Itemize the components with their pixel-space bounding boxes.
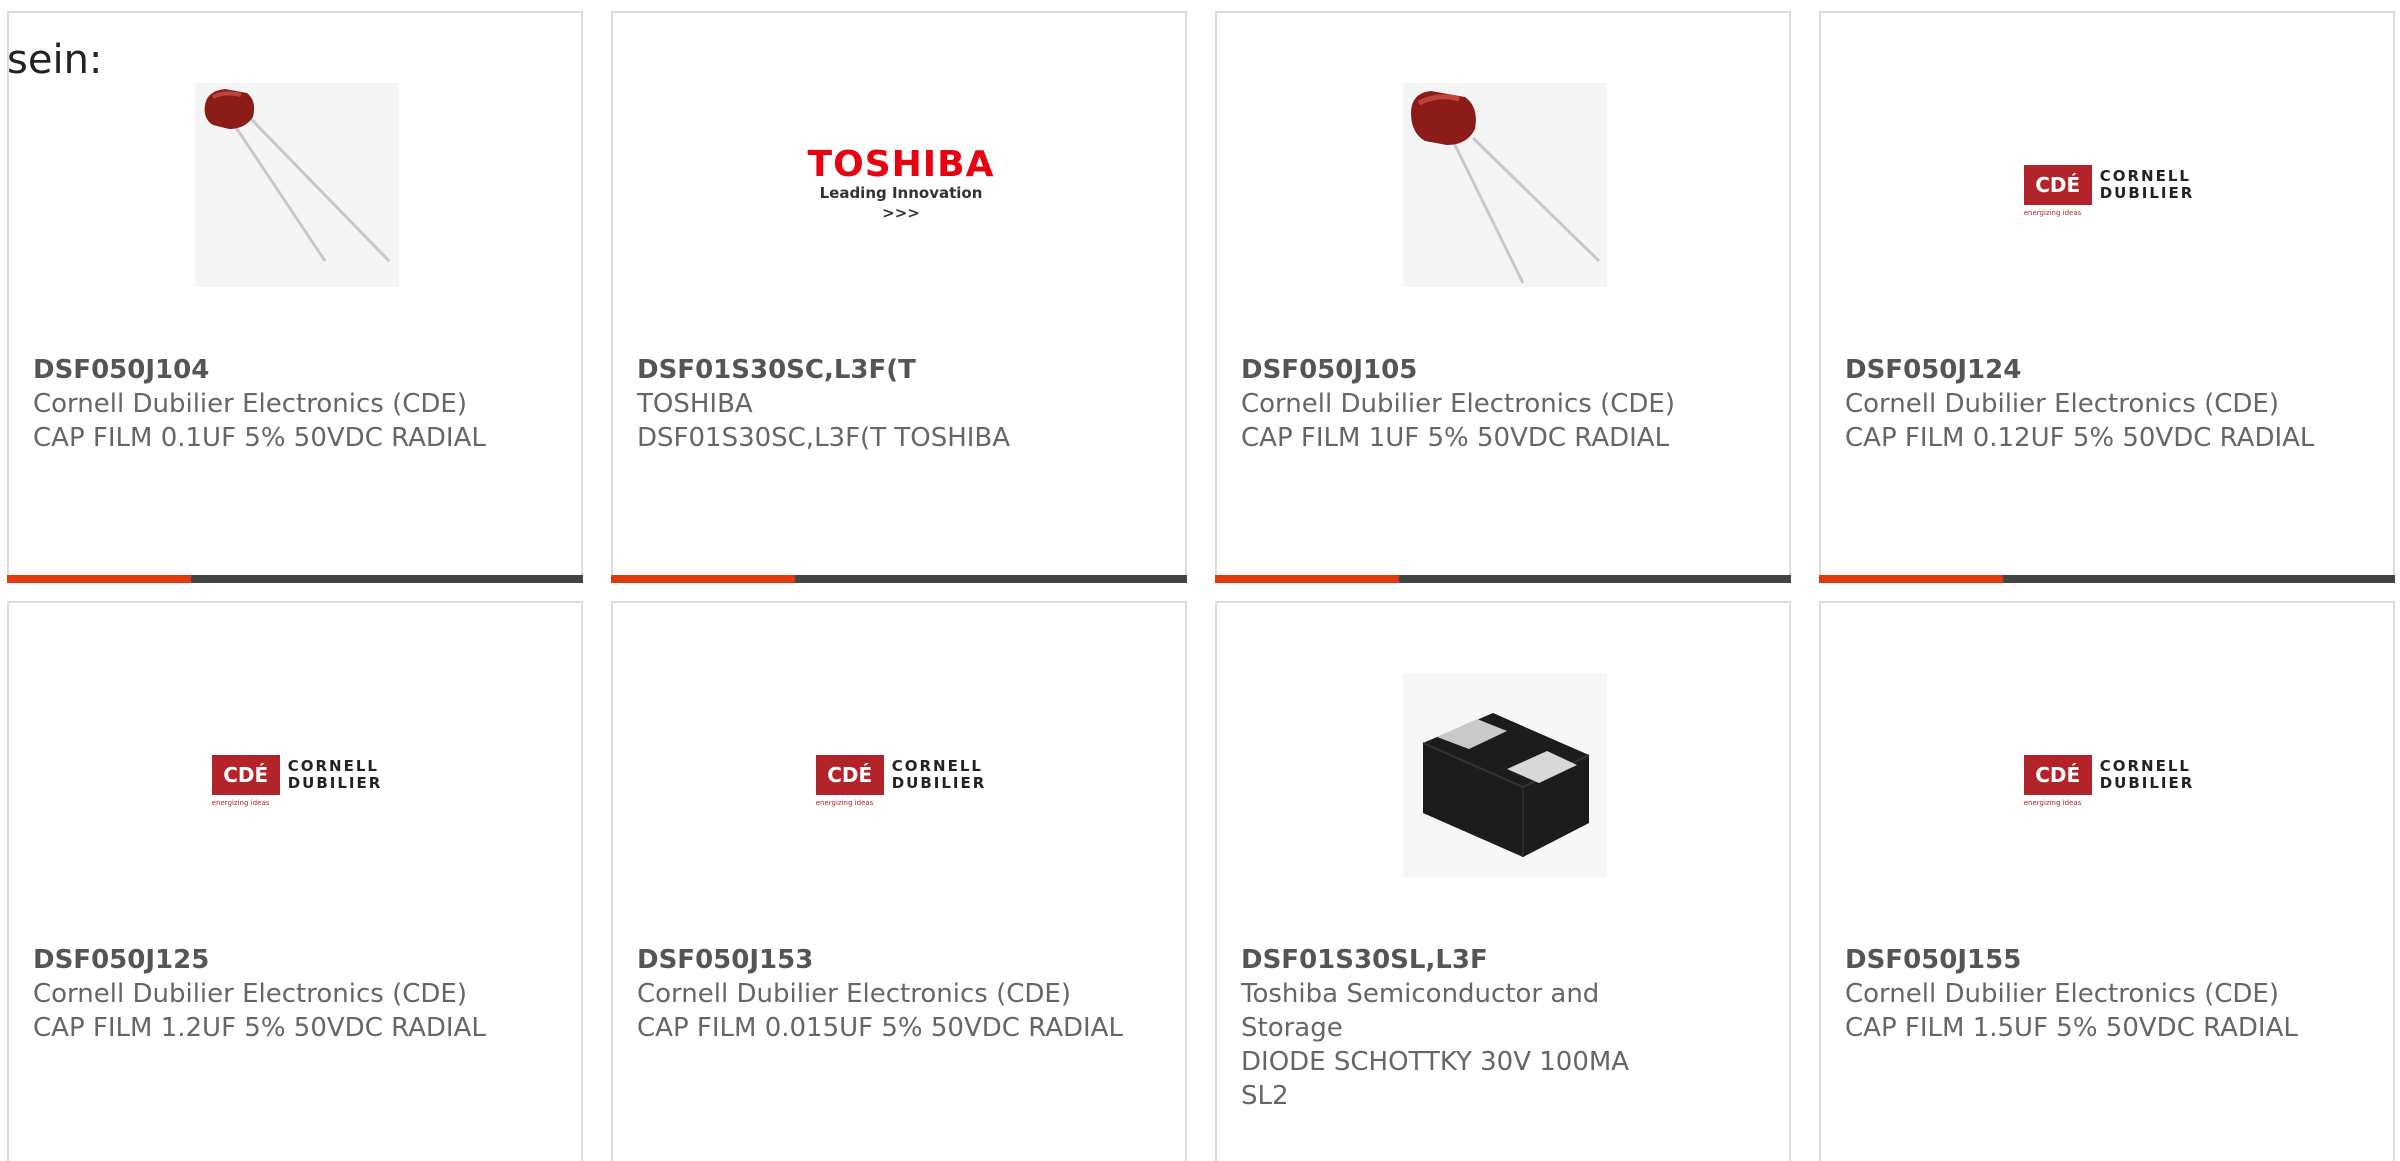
description: CAP FILM 1UF 5% 50VDC RADIAL (1241, 423, 1670, 453)
product-info: DSF050J125 Cornell Dubilier Electronics … (33, 943, 533, 1045)
cde-logo-words: CORNELL DUBILIER (2100, 168, 2195, 202)
cde-logo-word-1: CORNELL (2099, 167, 2191, 185)
toshiba-logo-tagline: Leading Innovation >>> (819, 184, 983, 222)
card-bottom-bar (1215, 575, 1791, 583)
smd-diode-icon (1403, 673, 1607, 877)
cde-logo-word-2: DUBILIER (2099, 774, 2195, 792)
film-capacitor-icon (195, 83, 399, 287)
card-bottom-bar (1819, 575, 2395, 583)
product-info: DSF050J153 Cornell Dubilier Electronics … (637, 943, 1137, 1045)
part-number[interactable]: DSF01S30SL,L3F (1241, 943, 1741, 977)
product-image[interactable] (1403, 673, 1607, 877)
part-number[interactable]: DSF050J153 (637, 943, 1137, 977)
card-accent (7, 575, 191, 583)
product-image[interactable]: CDÉ energizing ideas CORNELL DUBILIER (2007, 83, 2211, 287)
cde-logo-word-2: DUBILIER (891, 774, 987, 792)
manufacturer: Cornell Dubilier Electronics (CDE) (1845, 389, 2279, 419)
card-bottom-bar (611, 575, 1187, 583)
intro-text: sein: (7, 37, 103, 83)
manufacturer: Toshiba Semiconductor and Storage (1241, 979, 1600, 1043)
description: DIODE SCHOTTKY 30V 100MA SL2 (1241, 1047, 1630, 1111)
product-card[interactable]: DSF01S30SL,L3F Toshiba Semiconductor and… (1215, 601, 1791, 1161)
manufacturer: Cornell Dubilier Electronics (CDE) (33, 389, 467, 419)
toshiba-logo: TOSHIBA Leading Innovation >>> (799, 147, 1003, 223)
cde-logo-words: CORNELL DUBILIER (288, 758, 383, 792)
cde-logo: CDÉ energizing ideas CORNELL DUBILIER (211, 755, 383, 807)
toshiba-logo-brand: TOSHIBA (807, 144, 995, 185)
cde-logo-word-2: DUBILIER (287, 774, 383, 792)
manufacturer: Cornell Dubilier Electronics (CDE) (1845, 979, 2279, 1009)
product-image[interactable]: TOSHIBA Leading Innovation >>> (799, 83, 1003, 287)
product-info: DSF050J155 Cornell Dubilier Electronics … (1845, 943, 2345, 1045)
card-accent (1819, 575, 2003, 583)
cde-logo: CDÉ energizing ideas CORNELL DUBILIER (2023, 755, 2195, 807)
manufacturer: Cornell Dubilier Electronics (CDE) (1241, 389, 1675, 419)
product-grid-page: sein: DSF050J104 Cornell Dubilier Electr… (0, 0, 2400, 1161)
card-accent (1215, 575, 1399, 583)
cde-logo-mark-text: CDÉ (223, 763, 269, 787)
product-image[interactable]: CDÉ energizing ideas CORNELL DUBILIER (2007, 673, 2211, 877)
part-number[interactable]: DSF050J155 (1845, 943, 2345, 977)
part-number[interactable]: DSF050J104 (33, 353, 533, 387)
cde-logo-word-1: CORNELL (2099, 757, 2191, 775)
description: CAP FILM 0.12UF 5% 50VDC RADIAL (1845, 423, 2315, 453)
product-card[interactable]: CDÉ energizing ideas CORNELL DUBILIER DSF0… (611, 601, 1187, 1161)
cde-logo-mark-text: CDÉ (2035, 763, 2081, 787)
cde-logo-words: CORNELL DUBILIER (2100, 758, 2195, 792)
cde-logo-words: CORNELL DUBILIER (892, 758, 987, 792)
product-info: DSF01S30SL,L3F Toshiba Semiconductor and… (1241, 943, 1741, 1113)
manufacturer: TOSHIBA (637, 389, 753, 419)
cde-logo-mark: CDÉ energizing ideas (815, 755, 884, 807)
cde-logo-tagline: energizing ideas (211, 799, 270, 807)
description: CAP FILM 1.5UF 5% 50VDC RADIAL (1845, 1013, 2298, 1043)
manufacturer: Cornell Dubilier Electronics (CDE) (637, 979, 1071, 1009)
cde-logo-mark-text: CDÉ (827, 763, 873, 787)
cde-logo-mark: CDÉ energizing ideas (2023, 755, 2092, 807)
product-image[interactable] (195, 83, 399, 287)
cde-logo: CDÉ energizing ideas CORNELL DUBILIER (815, 755, 987, 807)
cde-logo-mark: CDÉ energizing ideas (2023, 165, 2092, 217)
product-image[interactable] (1403, 83, 1607, 287)
card-accent (611, 575, 795, 583)
cde-logo-word-2: DUBILIER (2099, 184, 2195, 202)
description: CAP FILM 0.1UF 5% 50VDC RADIAL (33, 423, 486, 453)
part-number[interactable]: DSF01S30SC,L3F(T (637, 353, 1137, 387)
product-image[interactable]: CDÉ energizing ideas CORNELL DUBILIER (799, 673, 1003, 877)
product-image[interactable]: CDÉ energizing ideas CORNELL DUBILIER (195, 673, 399, 877)
cde-logo-word-1: CORNELL (891, 757, 983, 775)
description: CAP FILM 1.2UF 5% 50VDC RADIAL (33, 1013, 486, 1043)
product-card[interactable]: CDÉ energizing ideas CORNELL DUBILIER DSF0… (1819, 11, 2395, 583)
product-card[interactable]: TOSHIBA Leading Innovation >>> DSF01S30S… (611, 11, 1187, 583)
product-card[interactable]: DSF050J104 Cornell Dubilier Electronics … (7, 11, 583, 583)
film-capacitor-icon (1403, 83, 1607, 287)
product-card[interactable]: DSF050J105 Cornell Dubilier Electronics … (1215, 11, 1791, 583)
description: DSF01S30SC,L3F(T TOSHIBA (637, 423, 1011, 453)
part-number[interactable]: DSF050J124 (1845, 353, 2345, 387)
product-info: DSF050J124 Cornell Dubilier Electronics … (1845, 353, 2345, 455)
product-card[interactable]: CDÉ energizing ideas CORNELL DUBILIER DSF0… (1819, 601, 2395, 1161)
product-info: DSF050J104 Cornell Dubilier Electronics … (33, 353, 533, 455)
cde-logo-tagline: energizing ideas (815, 799, 874, 807)
product-info: DSF050J105 Cornell Dubilier Electronics … (1241, 353, 1741, 455)
description: CAP FILM 0.015UF 5% 50VDC RADIAL (637, 1013, 1123, 1043)
product-card[interactable]: CDÉ energizing ideas CORNELL DUBILIER DSF0… (7, 601, 583, 1161)
cde-logo-tagline: energizing ideas (2023, 209, 2082, 217)
cde-logo-word-1: CORNELL (287, 757, 379, 775)
cde-logo-mark: CDÉ energizing ideas (211, 755, 280, 807)
cde-logo-tagline: energizing ideas (2023, 799, 2082, 807)
part-number[interactable]: DSF050J125 (33, 943, 533, 977)
manufacturer: Cornell Dubilier Electronics (CDE) (33, 979, 467, 1009)
product-info: DSF01S30SC,L3F(T TOSHIBA DSF01S30SC,L3F(… (637, 353, 1137, 455)
part-number[interactable]: DSF050J105 (1241, 353, 1741, 387)
card-bottom-bar (7, 575, 583, 583)
cde-logo: CDÉ energizing ideas CORNELL DUBILIER (2023, 165, 2195, 217)
cde-logo-mark-text: CDÉ (2035, 173, 2081, 197)
